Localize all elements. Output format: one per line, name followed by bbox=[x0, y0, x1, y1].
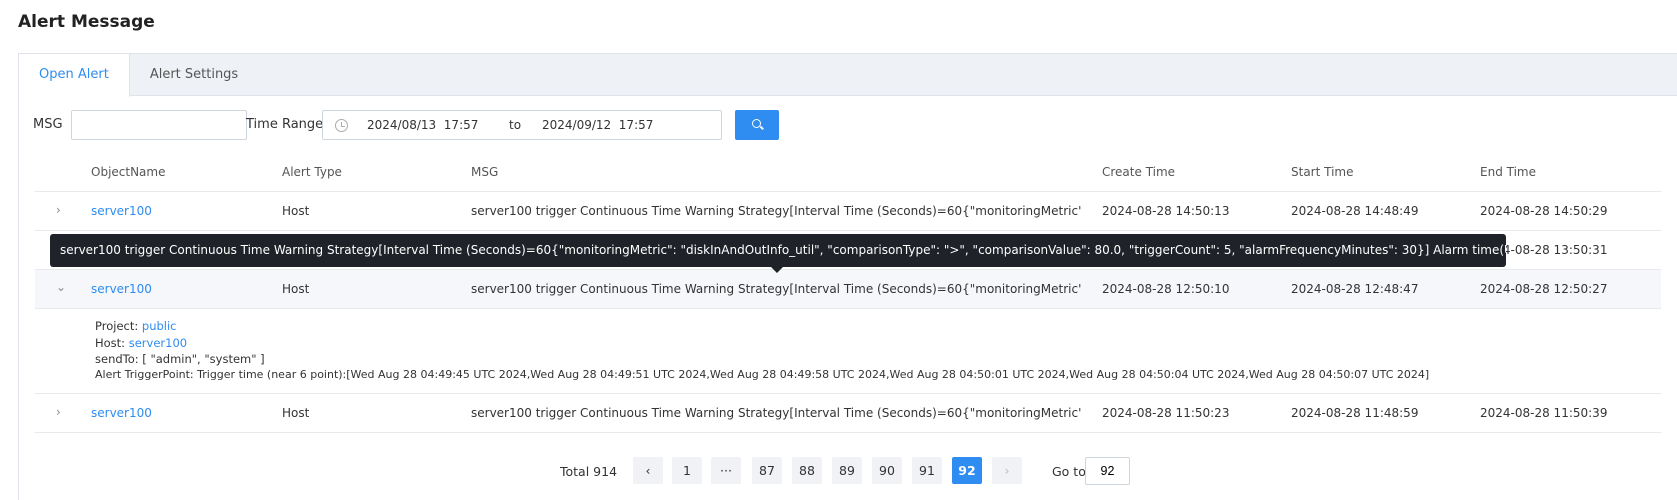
table-row-expanded[interactable]: ⌄ server100 Host server100 trigger Conti… bbox=[35, 270, 1661, 309]
header-alert-type: Alert Type bbox=[282, 165, 342, 179]
page-90[interactable]: 90 bbox=[872, 457, 902, 484]
search-icon bbox=[752, 119, 761, 128]
alert-type: Host bbox=[282, 406, 310, 420]
msg-label: MSG bbox=[33, 117, 63, 132]
range-start: 2024/08/13 17:57 bbox=[367, 118, 479, 132]
start-time: 2024-08-28 14:48:49 bbox=[1291, 204, 1419, 218]
clock-icon bbox=[335, 119, 348, 132]
search-button[interactable] bbox=[735, 110, 779, 140]
alert-msg[interactable]: server100 trigger Continuous Time Warnin… bbox=[471, 204, 1081, 218]
page-title: Alert Message bbox=[18, 12, 155, 32]
page-1[interactable]: 1 bbox=[672, 457, 702, 484]
alert-msg[interactable]: server100 trigger Continuous Time Warnin… bbox=[471, 282, 1081, 296]
alert-table: ObjectName Alert Type MSG Create Time St… bbox=[35, 152, 1661, 433]
alert-panel: Open Alert Alert Settings MSG Time Range… bbox=[18, 53, 1677, 500]
tab-alert-settings[interactable]: Alert Settings bbox=[130, 54, 258, 96]
header-start-time: Start Time bbox=[1291, 165, 1354, 179]
end-time: 2024-08-28 11:50:39 bbox=[1480, 406, 1608, 420]
header-object-name: ObjectName bbox=[91, 165, 166, 179]
prev-page-button[interactable]: ‹ bbox=[633, 457, 663, 484]
table-header: ObjectName Alert Type MSG Create Time St… bbox=[35, 152, 1661, 192]
tab-bar: Open Alert Alert Settings bbox=[19, 54, 1677, 97]
alert-type: Host bbox=[282, 282, 310, 296]
goto-page-input[interactable] bbox=[1085, 457, 1130, 485]
detail-trigger-label: Alert TriggerPoint: bbox=[95, 368, 194, 381]
create-time: 2024-08-28 12:50:10 bbox=[1102, 282, 1230, 296]
filter-bar: MSG Time Range 2024/08/13 17:57 to 2024/… bbox=[19, 110, 1677, 140]
tab-open-alert[interactable]: Open Alert bbox=[19, 54, 130, 97]
detail-host-label: Host: bbox=[95, 336, 126, 350]
time-range-label: Time Range bbox=[246, 117, 324, 132]
start-time: 2024-08-28 11:48:59 bbox=[1291, 406, 1419, 420]
total-count: Total 914 bbox=[560, 464, 618, 479]
create-time: 2024-08-28 11:50:23 bbox=[1102, 406, 1230, 420]
table-row[interactable]: › server100 Host server100 trigger Conti… bbox=[35, 394, 1661, 433]
page-92[interactable]: 92 bbox=[952, 457, 982, 484]
detail-sendto: sendTo: [ "admin", "system" ] bbox=[95, 352, 265, 366]
range-end: 2024/09/12 17:57 bbox=[542, 118, 654, 132]
range-to: to bbox=[509, 118, 522, 132]
detail-trigger: Alert TriggerPoint: Trigger time (near 6… bbox=[95, 368, 1429, 381]
page-91[interactable]: 91 bbox=[912, 457, 942, 484]
page-89[interactable]: 89 bbox=[832, 457, 862, 484]
detail-host: Host: server100 bbox=[95, 336, 187, 350]
detail-host-value[interactable]: server100 bbox=[129, 336, 187, 350]
time-range-picker[interactable]: 2024/08/13 17:57 to 2024/09/12 17:57 bbox=[322, 110, 722, 140]
page-88[interactable]: 88 bbox=[792, 457, 822, 484]
msg-tooltip: server100 trigger Continuous Time Warnin… bbox=[50, 234, 1506, 267]
pagination: Total 914 ‹ 1 ··· 87 88 89 90 91 92 › Go… bbox=[0, 457, 1677, 485]
chevron-down-icon[interactable]: ⌄ bbox=[56, 281, 66, 293]
alert-type: Host bbox=[282, 204, 310, 218]
detail-project-value[interactable]: public bbox=[142, 319, 177, 333]
msg-input[interactable] bbox=[71, 110, 247, 140]
detail-project-label: Project: bbox=[95, 319, 139, 333]
page-87[interactable]: 87 bbox=[752, 457, 782, 484]
detail-sendto-value: [ "admin", "system" ] bbox=[142, 352, 265, 366]
header-msg: MSG bbox=[471, 165, 499, 179]
start-time: 2024-08-28 12:48:47 bbox=[1291, 282, 1419, 296]
object-name-link[interactable]: server100 bbox=[91, 406, 152, 420]
header-end-time: End Time bbox=[1480, 165, 1536, 179]
object-name-link[interactable]: server100 bbox=[91, 282, 152, 296]
row-detail: Project: public Host: server100 sendTo: … bbox=[35, 309, 1661, 394]
object-name-link[interactable]: server100 bbox=[91, 204, 152, 218]
chevron-right-icon[interactable]: › bbox=[56, 204, 66, 216]
alert-msg[interactable]: server100 trigger Continuous Time Warnin… bbox=[471, 406, 1081, 420]
detail-sendto-label: sendTo: bbox=[95, 352, 139, 366]
goto-label: Go to bbox=[1052, 464, 1086, 479]
create-time: 2024-08-28 14:50:13 bbox=[1102, 204, 1230, 218]
tooltip-arrow bbox=[771, 267, 783, 273]
page-ellipsis[interactable]: ··· bbox=[711, 457, 741, 484]
detail-trigger-value: Trigger time (near 6 point):[Wed Aug 28 … bbox=[197, 368, 1430, 381]
end-time: 2024-08-28 14:50:29 bbox=[1480, 204, 1608, 218]
table-row[interactable]: › server100 Host server100 trigger Conti… bbox=[35, 192, 1661, 231]
next-page-button[interactable]: › bbox=[992, 457, 1022, 484]
detail-project: Project: public bbox=[95, 319, 177, 333]
end-time: 2024-08-28 12:50:27 bbox=[1480, 282, 1608, 296]
chevron-right-icon[interactable]: › bbox=[56, 406, 66, 418]
header-create-time: Create Time bbox=[1102, 165, 1176, 179]
